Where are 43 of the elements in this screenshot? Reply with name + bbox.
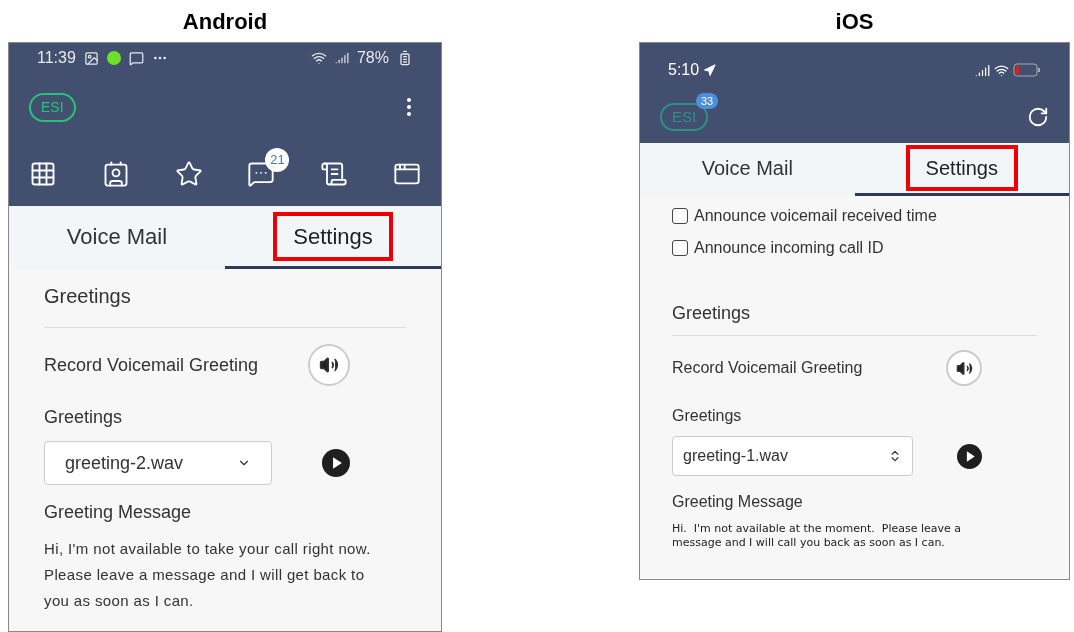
wifi-icon bbox=[994, 62, 1009, 78]
speaker-icon bbox=[319, 355, 339, 375]
platform-heading: iOS bbox=[835, 7, 874, 36]
platform-heading: Android bbox=[182, 7, 268, 36]
play-icon[interactable] bbox=[957, 443, 982, 469]
field-label: Greetings bbox=[672, 406, 743, 426]
greeting-message: Hi. I'm not available at the moment. Please leave a message and I will call you back as soon as I can. bbox=[672, 522, 963, 550]
message-icon bbox=[128, 50, 144, 66]
checkbox-label: Announce incoming call ID bbox=[694, 238, 884, 258]
greeting-select[interactable]: greeting-1.wav bbox=[672, 436, 913, 476]
refresh-icon[interactable] bbox=[1027, 106, 1049, 128]
checkbox-label: Announce voicemail received time bbox=[694, 206, 937, 226]
count-badge: 33 bbox=[696, 92, 719, 110]
battery-icon bbox=[1013, 63, 1041, 77]
checkbox[interactable] bbox=[672, 240, 688, 256]
record-label: Record Voicemail Greeting bbox=[44, 353, 260, 377]
record-label: Record Voicemail Greeting bbox=[672, 358, 864, 378]
account-badge[interactable]: ESI bbox=[29, 92, 76, 122]
speaker-button[interactable] bbox=[308, 344, 350, 386]
field-label: Greeting Message bbox=[672, 492, 804, 512]
checkbox[interactable] bbox=[672, 208, 688, 224]
speaker-button[interactable] bbox=[946, 350, 982, 386]
signal-icon bbox=[334, 51, 349, 65]
tab[interactable]: Voice Mail bbox=[685, 149, 809, 187]
status-time: 11:39 bbox=[37, 48, 76, 68]
battery-icon bbox=[397, 50, 413, 66]
section-title: Greetings bbox=[672, 302, 752, 325]
image-icon bbox=[83, 50, 99, 66]
field-label: Greetings bbox=[44, 406, 124, 429]
greeting-select[interactable]: greeting-2.wav bbox=[44, 441, 272, 485]
tab[interactable]: Voice Mail bbox=[50, 215, 184, 257]
play-icon[interactable] bbox=[322, 449, 350, 477]
field-label: Greeting Message bbox=[44, 501, 193, 524]
signal-icon bbox=[975, 62, 990, 78]
location-arrow-icon bbox=[703, 63, 717, 77]
greeting-message: Hi, I'm not available to take your call right now. Please leave a message and I will get back to you as soon as I can. bbox=[44, 539, 372, 611]
battery-percent: 78% bbox=[356, 48, 389, 68]
wifi-icon bbox=[310, 50, 327, 66]
speaker-icon bbox=[955, 359, 973, 377]
star-icon[interactable] bbox=[174, 159, 203, 188]
section-title: Greetings bbox=[44, 284, 132, 309]
count-badge: 21 bbox=[265, 147, 290, 172]
status-time: 5:10 bbox=[668, 60, 700, 80]
